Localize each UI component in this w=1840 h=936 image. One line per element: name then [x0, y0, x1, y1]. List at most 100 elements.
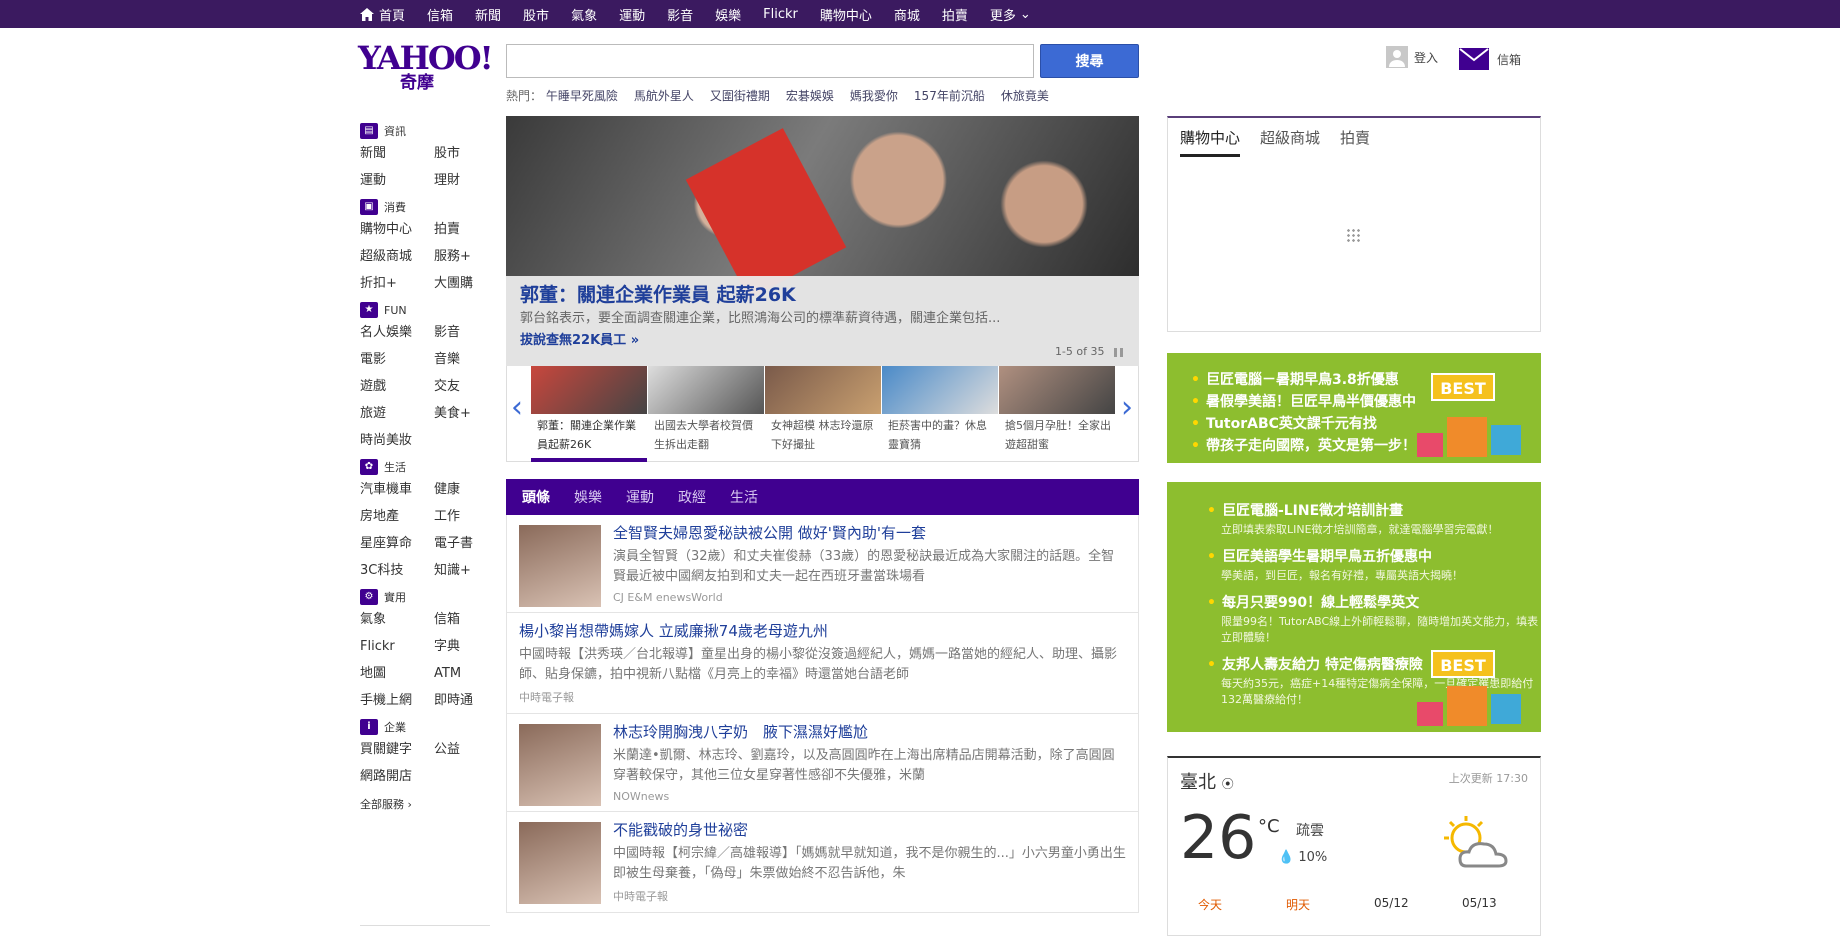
sidebar-link[interactable]: 拍賣: [434, 220, 490, 239]
sidebar-link[interactable]: 星座算命: [360, 534, 434, 553]
sidebar-link[interactable]: 運動: [360, 171, 434, 190]
hero-thumbnail[interactable]: 女神超模 林志玲還原下好撮扯: [765, 366, 881, 462]
sidebar-link[interactable]: 電影: [360, 350, 434, 369]
ad-banner-1[interactable]: 巨匠電腦－暑期早鳥3.8折優惠暑假學美語！巨匠早鳥半價優惠中TutorABC英文…: [1167, 353, 1541, 463]
shop-tab[interactable]: 超級商城: [1260, 127, 1320, 157]
story-thumbnail[interactable]: [519, 724, 601, 806]
sidebar-link[interactable]: 健康: [434, 480, 490, 499]
sidebar-link[interactable]: 購物中心: [360, 220, 434, 239]
news-tab[interactable]: 政經: [678, 487, 706, 507]
hero-title[interactable]: 郭董：關連企業作業員 起薪26K: [520, 282, 1125, 308]
ad-line[interactable]: 帶孩子走向國際，英文是第一步！: [1191, 435, 1541, 457]
topnav-item[interactable]: 運動: [619, 5, 645, 24]
story-title[interactable]: 全智賢夫婦恩愛秘訣被公開 做好'賢內助'有一套: [613, 523, 1126, 543]
shop-tab[interactable]: 購物中心: [1180, 127, 1241, 157]
block-graphic: [1417, 702, 1443, 726]
sidebar-link[interactable]: 房地產: [360, 507, 434, 526]
story-title[interactable]: 林志玲開胸洩八字奶 腋下濕濕好尷尬: [613, 722, 1126, 742]
ad-title[interactable]: 巨匠美語學生暑期早鳥五折優惠中: [1207, 546, 1541, 568]
sidebar-link[interactable]: 電子書: [434, 534, 490, 553]
sidebar-link[interactable]: 工作: [434, 507, 490, 526]
trending-link[interactable]: 宏碁娛娛: [786, 89, 834, 103]
sidebar-link[interactable]: 3C科技: [360, 561, 434, 580]
news-tab[interactable]: 運動: [626, 487, 654, 507]
sidebar-link[interactable]: 股市: [434, 144, 490, 163]
ad-banner-2[interactable]: 巨匠電腦-LINE徵才培訓計畫立即填表索取LINE徵才培訓簡章，就達電腦學習完電…: [1167, 482, 1541, 732]
sidebar-link[interactable]: 時尚美妝: [360, 431, 434, 450]
news-tab[interactable]: 頭條: [522, 487, 550, 507]
sidebar-link[interactable]: 音樂: [434, 350, 490, 369]
story-thumbnail[interactable]: [519, 525, 601, 607]
sidebar-link[interactable]: 地圖: [360, 664, 434, 683]
topnav-item[interactable]: 購物中心: [820, 5, 872, 24]
hero-thumbnail[interactable]: 出國去大學者校賀價生拆出走翻: [648, 366, 764, 462]
sidebar-link[interactable]: 公益: [434, 740, 490, 759]
topnav-item[interactable]: Flickr: [763, 7, 798, 22]
trending-link[interactable]: 157年前沉船: [914, 89, 985, 103]
news-tab[interactable]: 娛樂: [574, 487, 602, 507]
story-thumbnail[interactable]: [519, 822, 601, 904]
sidebar-link[interactable]: 理財: [434, 171, 490, 190]
hero-thumbnail[interactable]: 搶5個月孕肚！全家出遊超甜蜜: [999, 366, 1115, 462]
sidebar-link[interactable]: 超級商城: [360, 247, 434, 266]
shop-tab[interactable]: 拍賣: [1340, 127, 1370, 157]
sidebar-link[interactable]: ATM: [434, 664, 490, 683]
sidebar-link[interactable]: 即時通: [434, 691, 490, 710]
news-tab[interactable]: 生活: [730, 487, 758, 507]
ad-title[interactable]: 每月只要990！線上輕鬆學英文: [1207, 592, 1541, 614]
topnav-item[interactable]: 信箱: [427, 5, 453, 24]
yahoo-logo[interactable]: YAHOO! 奇摩: [358, 42, 494, 94]
ad-line[interactable]: TutorABC英文課千元有找: [1191, 413, 1541, 435]
topnav-item[interactable]: 影音: [667, 5, 693, 24]
sidebar-link[interactable]: 大團購: [434, 274, 490, 293]
trending-link[interactable]: 媽我愛你: [850, 89, 898, 103]
story-title[interactable]: 楊小黎肖想帶媽嫁人 立威廉揪74歲老母遊九州: [519, 621, 1126, 641]
sidebar-link[interactable]: 汽車機車: [360, 480, 434, 499]
sidebar-link[interactable]: 交友: [434, 377, 490, 396]
sidebar-link[interactable]: 知識+: [434, 561, 490, 580]
mail-link[interactable]: 信箱: [1459, 48, 1521, 70]
sidebar-link[interactable]: 手機上網: [360, 691, 434, 710]
trending-link[interactable]: 又圍街禮期: [710, 89, 770, 103]
trending-searches: 熱門： 午睡早死風險 馬航外星人 又圍街禮期 宏碁娛娛 媽我愛你 157年前沉船 休旅竟美: [506, 87, 1065, 104]
sidebar-link[interactable]: 新聞: [360, 144, 434, 163]
sidebar-link[interactable]: 名人娛樂: [360, 323, 434, 342]
all-services-link[interactable]: 全部服務 ›: [360, 796, 490, 812]
topnav-item[interactable]: 新聞: [475, 5, 501, 24]
ad-title[interactable]: 巨匠電腦-LINE徵才培訓計畫: [1207, 500, 1541, 522]
sidebar-link[interactable]: 影音: [434, 323, 490, 342]
sidebar-link[interactable]: 折扣+: [360, 274, 434, 293]
sidebar-link[interactable]: 字典: [434, 637, 490, 656]
topnav-item[interactable]: 拍賣: [942, 5, 968, 24]
sidebar-link[interactable]: 旅遊: [360, 404, 434, 423]
sidebar-link[interactable]: 遊戲: [360, 377, 434, 396]
sidebar-link[interactable]: 買關鍵字: [360, 740, 434, 759]
sidebar-link[interactable]: 美食+: [434, 404, 490, 423]
weather-city[interactable]: 臺北 ⦿: [1180, 768, 1234, 794]
login-link[interactable]: 登入: [1386, 46, 1438, 68]
trending-link[interactable]: 午睡早死風險: [546, 89, 618, 103]
topnav-item[interactable]: 首頁: [360, 5, 405, 24]
sidebar-link[interactable]: 網路開店: [360, 767, 434, 786]
chevron-left-icon[interactable]: ‹: [511, 388, 523, 428]
topnav-item[interactable]: 娛樂: [715, 5, 741, 24]
topnav-item[interactable]: 更多 ⌄: [990, 5, 1031, 24]
hero-more-link[interactable]: 拔說查無22K員工 »: [520, 330, 1125, 352]
sidebar-link[interactable]: 信箱: [434, 610, 490, 629]
hero-carousel[interactable]: 郭董：關連企業作業員 起薪26K 郭台銘表示，要全面調查關連企業，比照鴻海公司的…: [506, 116, 1139, 366]
hero-thumbnail[interactable]: 拒菸害中的畫？休息靈寶猜: [882, 366, 998, 462]
pause-icon[interactable]: [1114, 347, 1123, 357]
topnav-item[interactable]: 商城: [894, 5, 920, 24]
trending-link[interactable]: 馬航外星人: [634, 89, 694, 103]
story-title[interactable]: 不能戳破的身世祕密: [613, 820, 1126, 840]
chevron-right-icon[interactable]: ›: [1121, 388, 1133, 428]
sidebar-link[interactable]: 氣象: [360, 610, 434, 629]
topnav-item[interactable]: 股市: [523, 5, 549, 24]
topnav-item[interactable]: 氣象: [571, 5, 597, 24]
search-input[interactable]: [506, 44, 1034, 78]
sidebar-link[interactable]: Flickr: [360, 637, 434, 656]
hero-thumbnail[interactable]: 郭董：關連企業作業員起薪26K: [531, 366, 647, 462]
search-button[interactable]: 搜尋: [1040, 44, 1139, 78]
sidebar-link[interactable]: 服務+: [434, 247, 490, 266]
trending-link[interactable]: 休旅竟美: [1001, 89, 1049, 103]
